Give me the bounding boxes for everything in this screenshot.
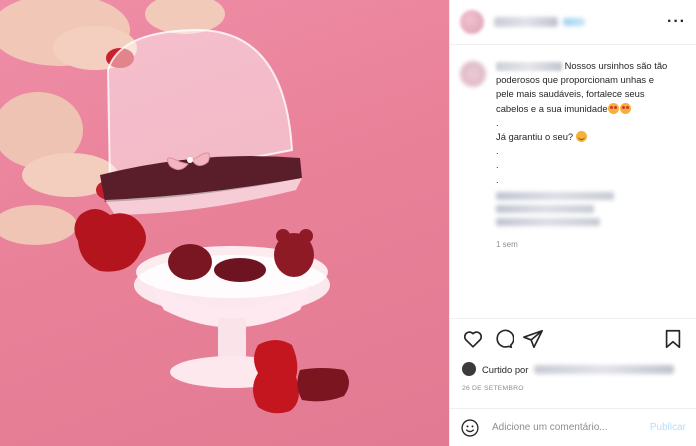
emoji-icon[interactable] (460, 418, 480, 438)
liked-by-label: Curtido por (482, 363, 529, 375)
heart-eyes-emoji-icon (607, 102, 619, 114)
bookmark-icon[interactable] (662, 328, 684, 350)
heart-icon[interactable] (462, 328, 484, 350)
caption-line: Nossos ursinhos são tão (496, 59, 667, 73)
stand-stem (218, 318, 246, 358)
more-options-button[interactable]: ··· (667, 13, 686, 31)
caption-line-4: cabelos e a sua imunidade (496, 102, 608, 114)
gummy-bear-ear (299, 229, 313, 243)
caption-text: Nossos ursinhos são tão poderosos que pr… (496, 59, 667, 226)
caption-question-wrap: Já garantiu o seu? (496, 130, 667, 144)
publish-button[interactable]: Publicar (650, 422, 686, 433)
instagram-post: ··· Nossos ursinhos são tão poderosos qu… (0, 0, 696, 446)
caption-line-3: pele mais saudáveis, fortalece seus (496, 88, 645, 100)
caption-line-4-wrap: cabelos e a sua imunidade (496, 102, 667, 116)
caption-line-1: Nossos ursinhos são tão (564, 60, 668, 71)
hashtags-redacted[interactable] (496, 204, 594, 213)
gummy-bear (253, 340, 299, 414)
liked-by-names-redacted[interactable] (534, 364, 675, 374)
caption-dot: . (496, 116, 499, 128)
caption-username-redacted[interactable] (496, 62, 562, 72)
liked-by-row: Curtido por (450, 359, 696, 379)
comment-input[interactable] (490, 421, 634, 434)
follow-link-redacted[interactable] (563, 18, 585, 26)
caption-row: Nossos ursinhos são tão poderosos que pr… (460, 59, 686, 226)
caption-dot: . (496, 173, 499, 185)
caption-dot: . (496, 159, 499, 171)
share-icon[interactable] (522, 328, 544, 350)
post-header: ··· (450, 0, 696, 45)
caption-line-2: poderosos que proporcionam unhas e (496, 74, 654, 86)
gummy-bear (297, 368, 349, 402)
pearl (187, 157, 193, 163)
comment-icon[interactable] (492, 328, 514, 350)
comment-bar: Publicar (450, 408, 696, 446)
hashtags-redacted[interactable] (496, 191, 614, 200)
post-date[interactable]: 26 DE SETEMBRO (450, 379, 696, 392)
caption-avatar[interactable] (460, 61, 486, 87)
liker-avatar[interactable] (462, 362, 476, 376)
caption-question: Já garantiu o seu? (496, 131, 574, 143)
gummy-bear-ear (276, 229, 290, 243)
gummy-bear (168, 244, 212, 280)
action-bar (450, 319, 696, 359)
caption-dot: . (496, 145, 499, 157)
caption-area: Nossos ursinhos são tão poderosos que pr… (450, 45, 696, 319)
smile-emoji-icon (575, 131, 587, 143)
gummy-bear (74, 209, 146, 272)
post-time-ago[interactable]: 1 sem (496, 240, 686, 249)
hashtags-redacted[interactable] (496, 217, 600, 226)
post-photo[interactable] (0, 0, 449, 446)
hand-finger (0, 205, 77, 245)
hand-finger (145, 0, 225, 34)
author-avatar[interactable] (460, 10, 484, 34)
post-side-panel: ··· Nossos ursinhos são tão poderosos qu… (449, 0, 696, 446)
heart-eyes-emoji-icon (619, 102, 631, 114)
gummy-bear (214, 258, 266, 282)
photo-illustration (0, 0, 349, 414)
author-username-redacted[interactable] (494, 17, 558, 27)
